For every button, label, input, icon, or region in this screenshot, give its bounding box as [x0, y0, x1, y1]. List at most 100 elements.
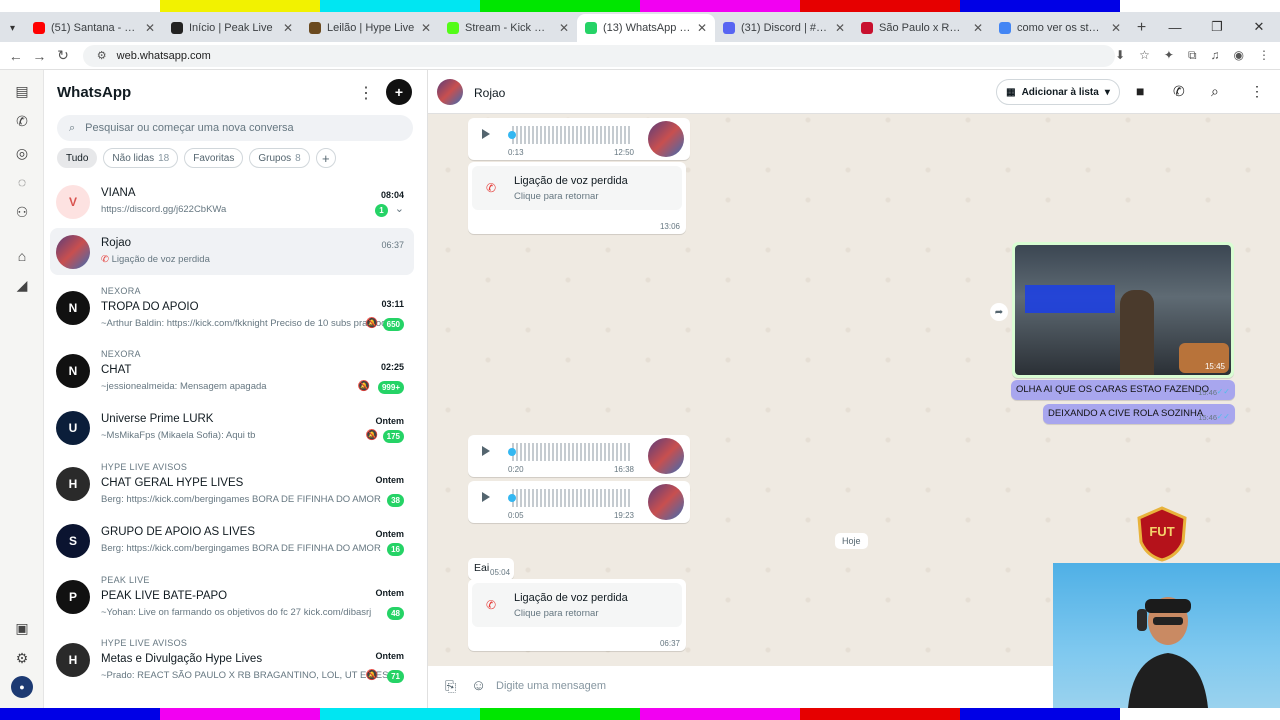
- audio-message[interactable]: 0:13 12:50: [468, 118, 690, 160]
- install-app-icon[interactable]: ⬇: [1115, 48, 1125, 63]
- status-icon[interactable]: ◎: [11, 142, 33, 164]
- settings-gear-icon[interactable]: ⚙: [11, 647, 33, 669]
- chevron-down-icon[interactable]: ⌄: [395, 202, 404, 215]
- stripe-segment: [320, 708, 480, 720]
- missed-call-message[interactable]: ✆ Ligação de voz perdida Clique para ret…: [468, 162, 686, 234]
- video-call-icon[interactable]: ■: [1136, 83, 1144, 99]
- outgoing-text-message[interactable]: OLHA AI QUE OS CARAS ESTAO FAZENDO 15:46…: [1011, 380, 1235, 400]
- play-icon[interactable]: [482, 129, 490, 139]
- url-field[interactable]: ⚙ web.whatsapp.com: [82, 44, 1116, 67]
- audio-progress-dot[interactable]: [508, 448, 516, 456]
- search-input[interactable]: ⌕ Pesquisar ou começar uma nova conversa: [57, 115, 413, 141]
- browser-menu-icon[interactable]: ⋮: [1258, 48, 1270, 63]
- add-to-list-button[interactable]: ▦ Adicionar à lista ▾: [996, 79, 1120, 105]
- missed-call-message[interactable]: ✆ Ligação de voz perdida Clique para ret…: [468, 579, 686, 651]
- forward-icon[interactable]: ➦: [990, 303, 1008, 321]
- close-tab-icon[interactable]: ✕: [283, 21, 293, 35]
- play-icon[interactable]: [482, 492, 490, 502]
- play-icon[interactable]: [482, 446, 490, 456]
- browser-tab[interactable]: Leilão | Hype Live ✕: [301, 14, 439, 42]
- chat-preview-text: Berg: https://kick.com/bergingames BORA …: [101, 543, 381, 554]
- chat-list-item[interactable]: H HYPE LIVE AVISOS Metas e Divulgação Hype…: [50, 630, 414, 690]
- profile-icon[interactable]: ◉: [1234, 48, 1244, 63]
- tab-search-button[interactable]: ▾: [0, 14, 25, 42]
- voice-call-icon[interactable]: ✆: [1173, 83, 1185, 100]
- bookmark-star-icon[interactable]: ☆: [1139, 48, 1150, 63]
- close-tab-icon[interactable]: ✕: [1111, 21, 1121, 35]
- minimize-button[interactable]: —: [1154, 20, 1196, 35]
- chat-list-item[interactable]: V VIANA https://discord.gg/j622CbKWa 08:04 1…: [50, 178, 414, 225]
- new-tab-button[interactable]: +: [1129, 14, 1154, 42]
- close-tab-icon[interactable]: ✕: [559, 21, 569, 35]
- audio-message[interactable]: 0:20 16:38: [468, 435, 690, 477]
- audio-message[interactable]: 0:05 19:23: [468, 481, 690, 523]
- chat-list-item[interactable]: Rojao ✆ Ligação de voz perdida 06:37: [50, 228, 414, 275]
- maximize-button[interactable]: ❐: [1196, 19, 1238, 35]
- video-message[interactable]: 15:45: [1012, 242, 1234, 378]
- missed-call-card[interactable]: ✆ Ligação de voz perdida Clique para ret…: [472, 583, 682, 627]
- incoming-text-message[interactable]: Eai 05:04: [468, 558, 514, 580]
- chat-search-icon[interactable]: ⌕: [1211, 83, 1219, 100]
- chat-list-item[interactable]: N NEXORA TROPA DO APOIO ~Arthur Baldin: htt…: [50, 278, 414, 338]
- attach-icon[interactable]: ⎘: [445, 678, 456, 695]
- video-thumbnail[interactable]: 15:45: [1015, 245, 1231, 375]
- channels-icon[interactable]: ◌: [11, 171, 33, 193]
- audio-waveform[interactable]: [512, 126, 630, 144]
- audio-waveform[interactable]: [512, 443, 630, 461]
- filter-label: Grupos: [258, 152, 292, 164]
- chats-icon[interactable]: ▤: [11, 80, 33, 102]
- contact-avatar[interactable]: [437, 79, 463, 105]
- message-input[interactable]: Digite uma mensagem: [496, 680, 606, 692]
- chat-list-item[interactable]: S GRUPO DE APOIO AS LIVES Berg: https://ki…: [50, 517, 414, 564]
- filter-chip[interactable]: Não lidas 18: [103, 148, 179, 168]
- forward-icon[interactable]: →: [28, 48, 52, 64]
- close-tab-icon[interactable]: ✕: [145, 21, 155, 35]
- filter-chip[interactable]: Tudo: [57, 148, 98, 168]
- media-gallery-icon[interactable]: ▣: [11, 617, 33, 639]
- add-filter-button[interactable]: +: [315, 148, 336, 168]
- browser-tab[interactable]: São Paulo x RB Bragantin ✕: [853, 14, 991, 42]
- media-icon[interactable]: ♫: [1211, 48, 1220, 63]
- filter-chip[interactable]: Favoritas: [184, 148, 244, 168]
- avatar-initial: S: [68, 533, 77, 548]
- back-icon[interactable]: ←: [4, 48, 28, 64]
- new-chat-button[interactable]: +: [386, 79, 412, 105]
- outgoing-text-message[interactable]: DEIXANDO A CIVE ROLA SOZINHA 15:46 ✓✓: [1043, 404, 1235, 424]
- audio-progress-dot[interactable]: [508, 494, 516, 502]
- audio-waveform[interactable]: [512, 489, 630, 507]
- ads-icon[interactable]: ◢: [11, 274, 33, 296]
- chat-list-item[interactable]: H HYPE LIVE AVISOS CHAT GERAL HYPE LIVES Be…: [50, 454, 414, 514]
- browser-tab[interactable]: (13) WhatsApp Business ✕: [577, 14, 715, 42]
- close-tab-icon[interactable]: ✕: [697, 21, 707, 35]
- chat-list-item[interactable]: P PEAK LIVE PEAK LIVE BATE-PAPO ~Yohan: Liv…: [50, 567, 414, 627]
- missed-call-card[interactable]: ✆ Ligação de voz perdida Clique para ret…: [472, 166, 682, 210]
- browser-tab[interactable]: Início | Peak Live ✕: [163, 14, 301, 42]
- chat-preview-text: ~Yohan: Live on farmando os objetivos do…: [101, 607, 372, 618]
- list-icon: ▦: [1006, 86, 1016, 98]
- browser-tab[interactable]: Stream - Kick Dashboard ✕: [439, 14, 577, 42]
- catalog-icon[interactable]: ⌂: [11, 245, 33, 267]
- avatar-initial: H: [68, 477, 78, 491]
- extension-icon[interactable]: ✦: [1164, 48, 1174, 63]
- puzzle-icon[interactable]: ⧉: [1188, 48, 1197, 63]
- close-tab-icon[interactable]: ✕: [973, 21, 983, 35]
- chat-menu-icon[interactable]: ⋮: [1250, 83, 1264, 100]
- site-info-icon[interactable]: ⚙: [97, 49, 107, 62]
- browser-tab[interactable]: (51) Santana - The Ga ✕: [25, 14, 163, 42]
- close-window-button[interactable]: ✕: [1238, 19, 1280, 35]
- chat-list-item[interactable]: N NEXORA CHAT ~jessionealmeida: Mensagem ap…: [50, 341, 414, 401]
- reload-icon[interactable]: ↻: [51, 47, 75, 64]
- calls-icon[interactable]: ✆: [11, 110, 33, 132]
- close-tab-icon[interactable]: ✕: [421, 21, 431, 35]
- sidebar-menu-icon[interactable]: ⋮: [358, 83, 374, 103]
- browser-tab[interactable]: como ver os status sem a ✕: [991, 14, 1129, 42]
- filter-chip[interactable]: Grupos 8: [249, 148, 310, 168]
- audio-progress-dot[interactable]: [508, 131, 516, 139]
- profile-avatar[interactable]: ●: [11, 676, 33, 698]
- chat-list-item[interactable]: U Universe Prime LURK ~MsMikaFps (Mikaela …: [50, 404, 414, 451]
- emoji-icon[interactable]: ☺: [471, 677, 486, 694]
- communities-icon[interactable]: ⚇: [11, 201, 33, 223]
- contact-name[interactable]: Rojao: [474, 86, 505, 100]
- browser-tab[interactable]: (31) Discord | #geral | ✕: [715, 14, 853, 42]
- close-tab-icon[interactable]: ✕: [835, 21, 845, 35]
